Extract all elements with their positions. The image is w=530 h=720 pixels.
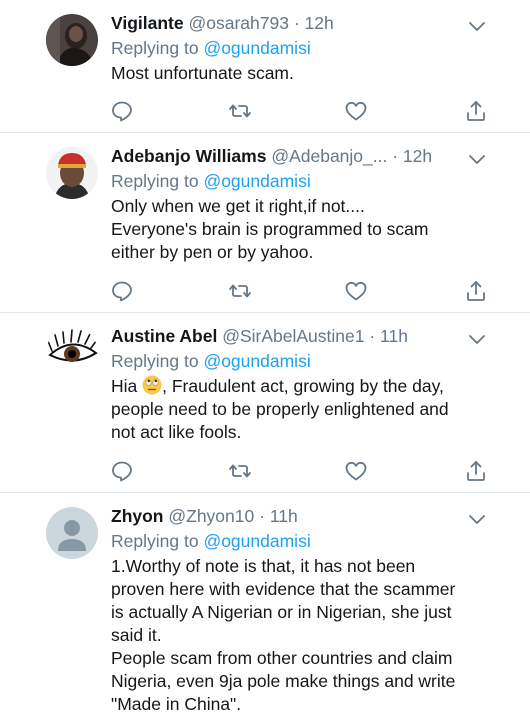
tweet-text-line: Everyone's brain is programmed to scam [111,219,429,239]
user-handle[interactable]: @Adebanjo_... [271,146,387,166]
tweet-text-line: either by pen or by yahoo. [111,242,314,262]
reply-icon [112,281,132,302]
tweet-card[interactable]: Adebanjo Williams @Adebanjo_... · 12h Re… [0,133,530,313]
user-name[interactable]: Adebanjo Williams [111,146,266,166]
tweet-actions [110,99,488,123]
mention-link[interactable]: @ogundamisi [203,38,310,58]
tweet-actions [110,459,488,483]
user-name[interactable]: Austine Abel [111,326,217,346]
mention-link[interactable]: @ogundamisi [203,531,310,551]
share-icon [467,101,485,121]
user-name[interactable]: Zhyon [111,506,164,526]
user-avatar[interactable] [46,327,98,379]
share-icon [467,281,485,301]
tweet-text-line: is actually A Nigerian or in Nigerian, s… [111,602,452,622]
replying-to-line: Replying to @ogundamisi [111,530,490,552]
like-icon [345,281,367,301]
tweet-text-line: Most unfortunate scam. [111,63,294,83]
chevron-down-icon[interactable] [468,513,486,525]
photo-avatar-icon [46,147,98,199]
user-handle[interactable]: @Zhyon10 [168,506,254,526]
like-icon [345,101,367,121]
tweet-header: Austine Abel @SirAbelAustine1 · 11h [111,325,490,347]
chevron-down-icon[interactable] [468,153,486,165]
tweet-text-segment: , Fraudulent act, growing by the day, [162,376,444,396]
tweet-header: Vigilante @osarah793 · 12h [111,12,490,34]
user-handle[interactable]: @SirAbelAustine1 [222,326,364,346]
tweet-text-line: People scam from other countries and cla… [111,648,453,668]
eye-avatar-icon [46,327,98,379]
mention-link[interactable]: @ogundamisi [203,351,310,371]
tweet-header: Zhyon @Zhyon10 · 11h [111,505,490,527]
tweet-card[interactable]: Zhyon @Zhyon10 · 11h Replying to @ogunda… [0,493,530,720]
retweet-icon [229,104,251,118]
retweet-icon [229,284,251,298]
share-button[interactable] [464,459,488,483]
tweet-text: Only when we get it right,if not.... Eve… [111,195,490,264]
tweet-time[interactable]: · 12h [294,13,334,33]
replying-to-line: Replying to @ogundamisi [111,170,490,192]
tweet-time[interactable]: · 11h [369,326,408,346]
retweet-button[interactable] [228,279,252,303]
tweet-text-line: said it. [111,625,162,645]
retweet-icon [229,464,251,478]
tweet-text-line: 1.Worthy of note is that, it has not bee… [111,556,416,576]
face-with-rolling-eyes-emoji [142,375,162,395]
tweet-text-line: people need to be properly enlightened a… [111,399,449,419]
retweet-button[interactable] [228,459,252,483]
tweet-text-line: Hia , Fraudulent act, growing by the day… [111,375,490,398]
chevron-down-icon[interactable] [468,333,486,345]
user-avatar[interactable] [46,14,98,66]
replying-to-line: Replying to @ogundamisi [111,350,490,372]
tweet-time[interactable]: · 11h [259,506,298,526]
replying-to-label: Replying to [111,351,199,371]
tweet-actions [110,279,488,303]
replying-to-label: Replying to [111,38,199,58]
like-button[interactable] [344,459,368,483]
tweet-text: Most unfortunate scam. [111,62,490,85]
tweet-text-segment: Hia [111,376,138,396]
retweet-button[interactable] [228,99,252,123]
reply-icon [112,101,132,122]
tweet-header: Adebanjo Williams @Adebanjo_... · 12h [111,145,490,167]
reply-button[interactable] [110,279,134,303]
tweet-time[interactable]: · 12h [392,146,432,166]
tweet-text-line: Nigeria, even 9ja pole make things and w… [111,671,456,691]
reply-button[interactable] [110,99,134,123]
user-avatar[interactable] [46,147,98,199]
like-icon [345,461,367,481]
tweet-text-line: proven here with evidence that the scamm… [111,579,456,599]
replying-to-label: Replying to [111,171,199,191]
default-avatar-icon [46,507,98,559]
chevron-down-icon[interactable] [468,20,486,32]
tweet-text-line: Only when we get it right,if not.... [111,196,365,216]
share-button[interactable] [464,99,488,123]
mention-link[interactable]: @ogundamisi [203,171,310,191]
tweet-text: 1.Worthy of note is that, it has not bee… [111,555,490,716]
replying-to-line: Replying to @ogundamisi [111,37,490,59]
tweet-card[interactable]: Vigilante @osarah793 · 12h Replying to @… [0,0,530,133]
replying-to-label: Replying to [111,531,199,551]
photo-avatar-icon [46,14,98,66]
reply-icon [112,461,132,482]
tweet-text-line: "Made in China". [111,694,242,714]
reply-button[interactable] [110,459,134,483]
like-button[interactable] [344,279,368,303]
user-name[interactable]: Vigilante [111,13,184,33]
tweet-text: Hia , Fraudulent act, growing by the day… [111,375,490,444]
tweet-card[interactable]: Austine Abel @SirAbelAustine1 · 11h Repl… [0,313,530,493]
user-handle[interactable]: @osarah793 [189,13,289,33]
share-button[interactable] [464,279,488,303]
share-icon [467,461,485,481]
like-button[interactable] [344,99,368,123]
tweet-text-line: not act like fools. [111,422,242,442]
user-avatar[interactable] [46,507,98,559]
